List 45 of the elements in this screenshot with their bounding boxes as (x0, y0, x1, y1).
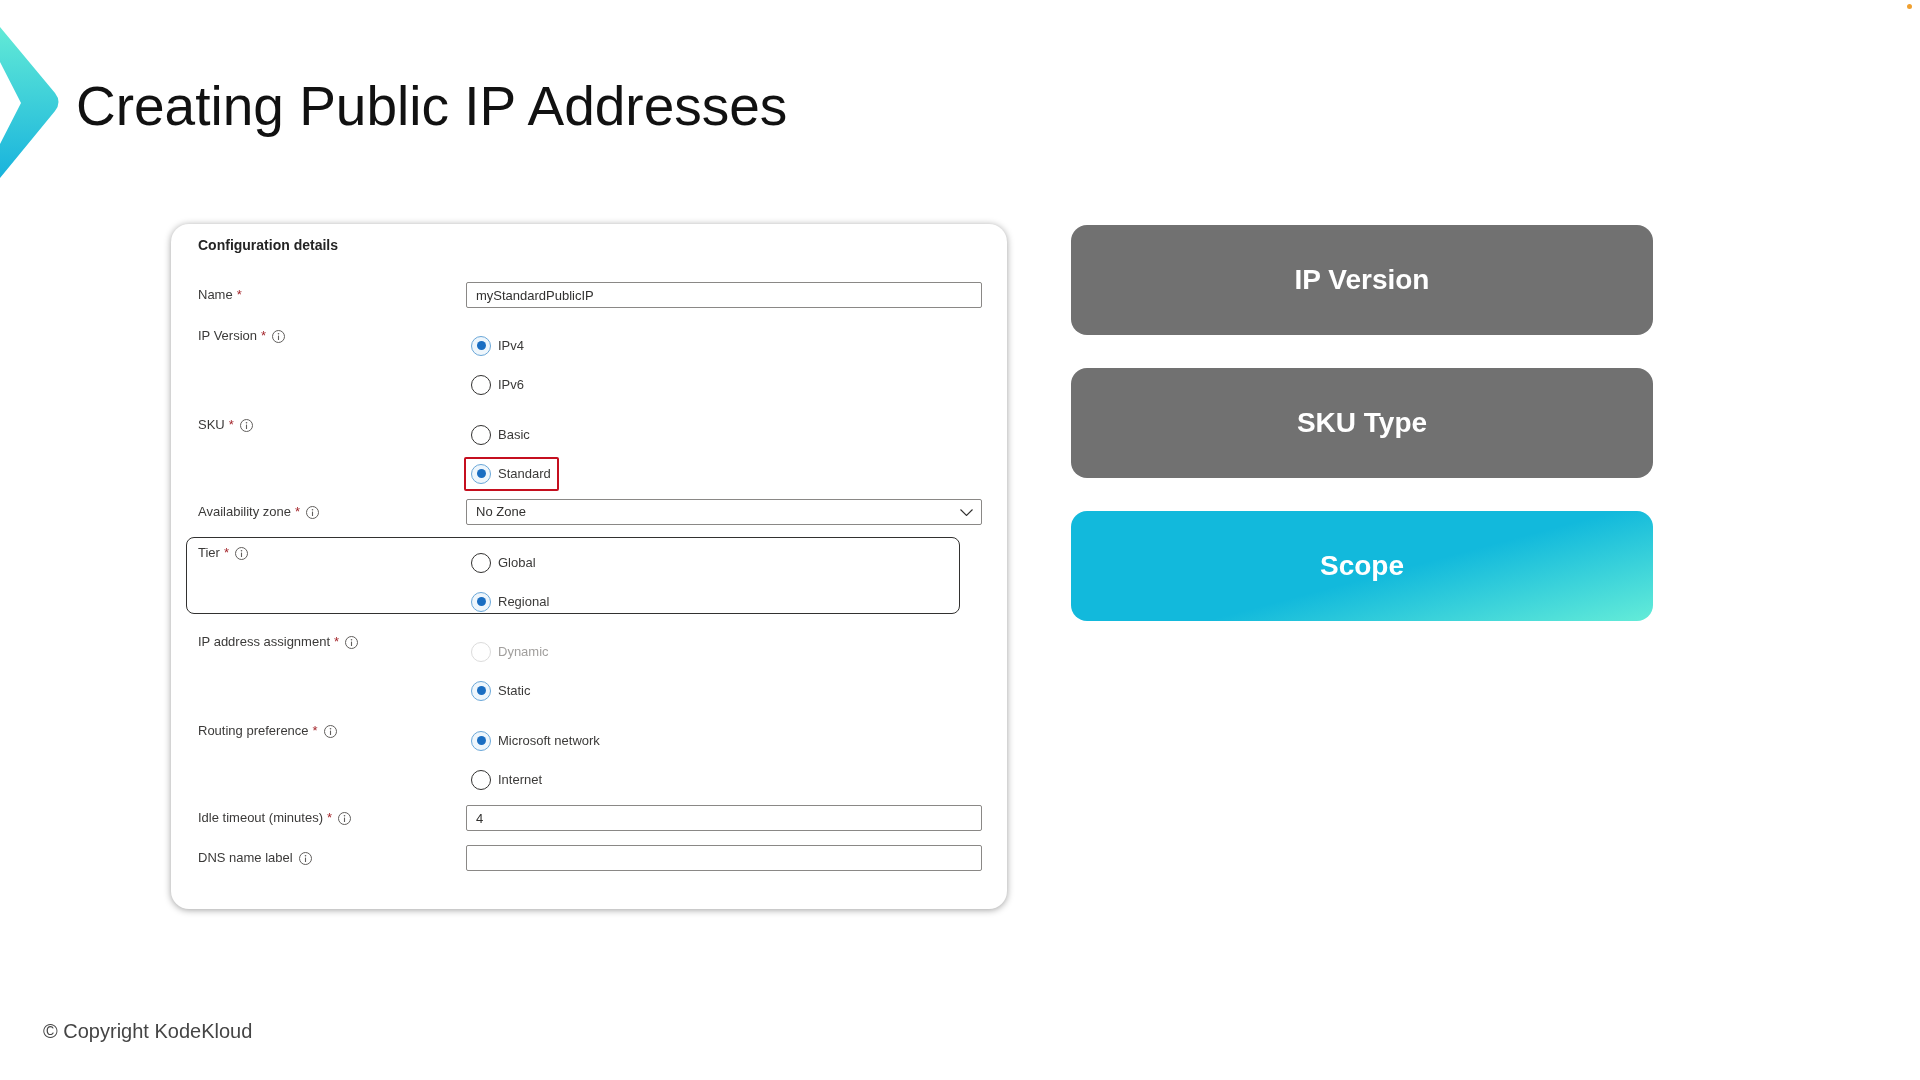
chevron-down-icon (960, 508, 973, 516)
field-label: Tier (198, 544, 220, 563)
required-mark: * (236, 286, 242, 305)
copyright-text: © Copyright KodeKloud (43, 1019, 253, 1043)
required-mark: * (228, 416, 234, 435)
required-mark: * (223, 544, 229, 563)
field-label: IP Version (198, 327, 258, 346)
radio-option[interactable]: IPv4 (464, 328, 532, 363)
field-label: SKU (198, 416, 225, 435)
radio-option[interactable]: Standard (464, 456, 559, 491)
dropdown[interactable]: No Zone (466, 499, 982, 525)
info-icon[interactable] (234, 546, 248, 560)
text-field[interactable] (466, 845, 982, 871)
topic-tile: Scope (1071, 511, 1653, 621)
topic-tile: SKU Type (1071, 368, 1653, 478)
required-mark: * (261, 327, 267, 346)
info-icon[interactable] (239, 418, 253, 432)
field-label: Routing preference (198, 722, 309, 741)
field-label: Name (198, 286, 233, 305)
field-label: IP address assignment (198, 633, 330, 652)
info-icon[interactable] (345, 635, 359, 649)
radio-option[interactable]: Basic (464, 417, 538, 452)
radio-option[interactable]: Internet (464, 762, 551, 797)
radio-option[interactable]: Global (464, 545, 544, 580)
text-field[interactable]: myStandardPublicIP (466, 282, 982, 308)
required-mark: * (312, 722, 318, 741)
info-icon[interactable] (272, 329, 286, 343)
topic-tile: IP Version (1071, 225, 1653, 335)
radio-option[interactable]: IPv6 (464, 367, 532, 402)
info-icon[interactable] (323, 724, 337, 738)
radio-option[interactable]: Microsoft network (464, 723, 608, 758)
required-mark: * (295, 503, 301, 522)
field-label: DNS name label (198, 849, 293, 868)
field-label: Availability zone (198, 503, 291, 522)
info-icon[interactable] (306, 505, 320, 519)
radio-option[interactable]: Static (464, 673, 539, 708)
field-label: Idle timeout (minutes) (198, 809, 323, 828)
required-mark: * (327, 809, 333, 828)
info-icon[interactable] (338, 811, 352, 825)
radio-option[interactable]: Regional (464, 584, 558, 619)
text-field[interactable]: 4 (466, 805, 982, 831)
section-heading: Configuration details (198, 237, 339, 253)
info-icon[interactable] (298, 851, 312, 865)
slide-title: Creating Public IP Addresses (76, 74, 788, 138)
required-mark: * (334, 633, 340, 652)
